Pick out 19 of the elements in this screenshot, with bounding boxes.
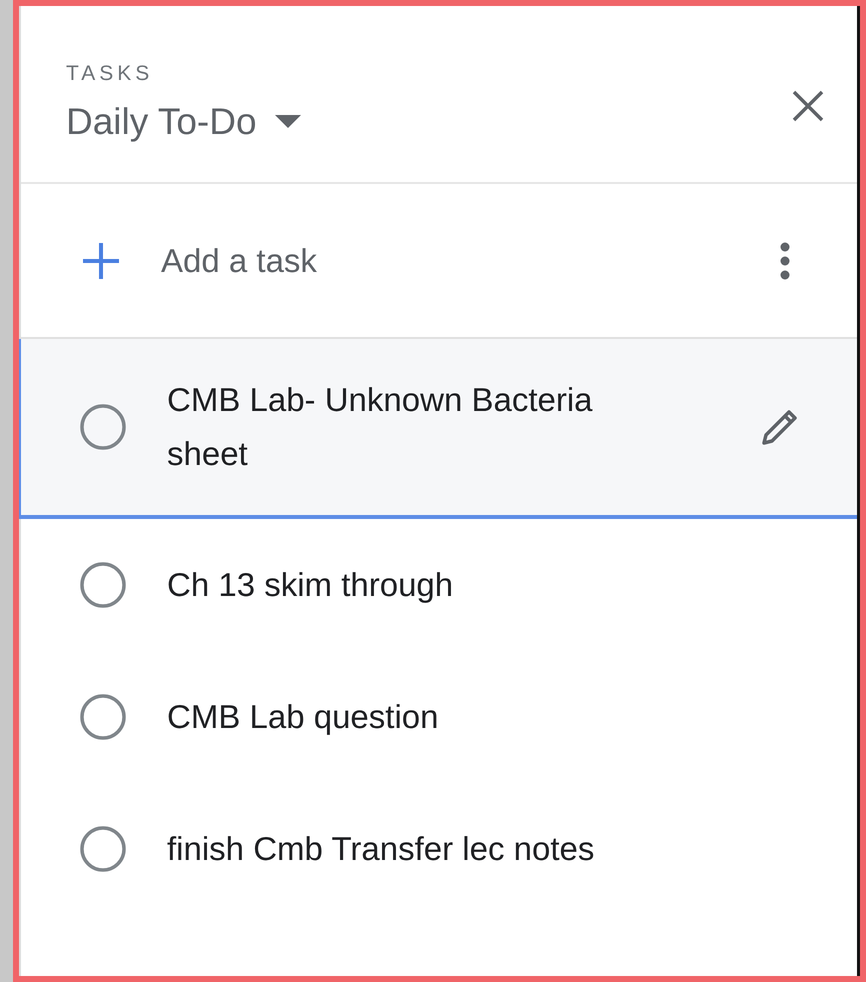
section-label: TASKS bbox=[66, 61, 154, 87]
task-checkbox[interactable] bbox=[79, 403, 127, 451]
task-row[interactable]: CMB Lab question bbox=[21, 651, 857, 783]
task-title: CMB Lab- Unknown Bacteria sheet bbox=[167, 380, 594, 474]
add-task-button[interactable]: Add a task bbox=[81, 236, 773, 286]
task-row[interactable]: CMB Lab- Unknown Bacteria sheet bbox=[19, 339, 857, 519]
task-checkbox[interactable] bbox=[79, 825, 127, 873]
caret-icon bbox=[274, 114, 301, 128]
task-title: CMB Lab question bbox=[167, 696, 440, 737]
task-title: finish Cmb Transfer lec notes bbox=[167, 828, 596, 869]
task-row[interactable]: finish Cmb Transfer lec notes bbox=[21, 783, 857, 915]
close-icon bbox=[791, 89, 825, 123]
task-row[interactable]: Ch 13 skim through bbox=[21, 519, 857, 651]
list-selector[interactable]: Daily To-Do bbox=[66, 94, 301, 149]
task-checkbox[interactable] bbox=[79, 693, 127, 741]
task-checkbox[interactable] bbox=[79, 561, 127, 609]
plus-icon bbox=[81, 240, 121, 280]
more-vertical-icon bbox=[779, 240, 791, 280]
task-title: Ch 13 skim through bbox=[167, 564, 454, 605]
